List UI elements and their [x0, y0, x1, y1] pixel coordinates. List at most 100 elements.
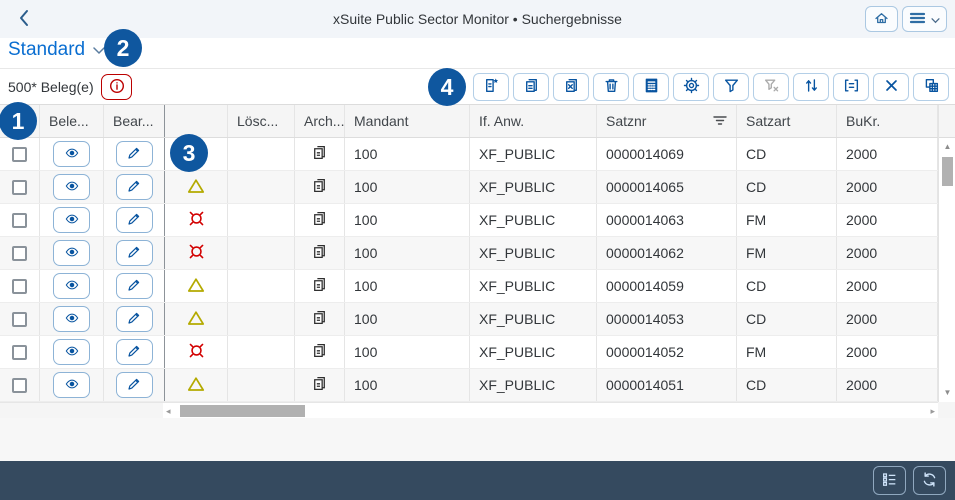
row-checkbox[interactable]	[12, 146, 27, 162]
table-row[interactable]: 100 XF_PUBLIC 0000014065 CD 2000	[0, 171, 938, 204]
view-cell	[40, 270, 104, 302]
app-window: xSuite Public Sector Monitor • Suchergeb…	[0, 0, 955, 500]
vertical-scrollbar[interactable]: ▲ ▼	[938, 105, 955, 402]
col-header-satznr[interactable]: Satznr	[597, 105, 737, 137]
view-document-button[interactable]	[53, 207, 90, 233]
calculator-icon	[643, 77, 660, 97]
eye-icon	[63, 377, 81, 394]
toolbar-button-add-document[interactable]	[473, 73, 509, 101]
toolbar-button-remove-document[interactable]	[553, 73, 589, 101]
bukr-cell: 2000	[837, 369, 938, 401]
table-row[interactable]: 100 XF_PUBLIC 0000014063 FM 2000	[0, 204, 938, 237]
col-header-mandant[interactable]: Mandant	[345, 105, 470, 137]
bukr-cell: 2000	[837, 270, 938, 302]
row-checkbox[interactable]	[12, 344, 27, 360]
back-button[interactable]	[13, 8, 35, 30]
pencil-icon	[126, 277, 142, 296]
mandant-cell: 100	[345, 171, 470, 203]
satznr-cell: 0000014062	[597, 237, 737, 269]
view-document-button[interactable]	[53, 372, 90, 398]
scroll-left-arrow[interactable]: ◂	[166, 406, 171, 417]
archive-cell	[295, 369, 345, 401]
edit-document-button[interactable]	[115, 306, 153, 332]
view-cell	[40, 336, 104, 368]
col-header-anw[interactable]: If. Anw.	[470, 105, 597, 137]
table-row[interactable]: 100 XF_PUBLIC 0000014059 CD 2000	[0, 270, 938, 303]
scroll-down-arrow[interactable]: ▼	[939, 388, 955, 397]
edit-document-button[interactable]	[115, 339, 153, 365]
annotation-badge-4: 4	[428, 68, 466, 106]
archived-document-icon	[311, 210, 328, 230]
toolbar-button-export-table[interactable]	[913, 73, 949, 101]
col-header-status[interactable]	[165, 105, 228, 137]
edit-document-button[interactable]	[115, 273, 153, 299]
view-document-button[interactable]	[53, 339, 90, 365]
col-header-arch[interactable]: Arch...	[295, 105, 345, 137]
row-checkbox[interactable]	[12, 278, 27, 294]
status-cell	[165, 237, 228, 269]
edit-document-button[interactable]	[115, 174, 153, 200]
bukr-cell: 2000	[837, 138, 938, 170]
scroll-right-arrow[interactable]: ▸	[930, 406, 935, 417]
table-row[interactable]: 100 XF_PUBLIC 0000014052 FM 2000	[0, 336, 938, 369]
legend-button[interactable]	[873, 466, 906, 495]
toolbar-button-settings-gear[interactable]	[673, 73, 709, 101]
view-document-button[interactable]	[53, 174, 90, 200]
toolbar-button-legend[interactable]	[833, 73, 869, 101]
info-button[interactable]	[101, 74, 132, 100]
pencil-icon	[126, 178, 142, 197]
col-header-bele[interactable]: Bele...	[40, 105, 104, 137]
col-header-satzart[interactable]: Satzart	[737, 105, 837, 137]
view-document-button[interactable]	[53, 306, 90, 332]
view-cell	[40, 369, 104, 401]
anwendung-cell: XF_PUBLIC	[470, 270, 597, 302]
toolbar-button-copy-documents[interactable]	[513, 73, 549, 101]
status-warning-icon	[187, 277, 205, 296]
status-cell	[165, 171, 228, 203]
row-checkbox[interactable]	[12, 179, 27, 195]
eye-icon	[63, 278, 81, 295]
col-header-bear[interactable]: Bear...	[104, 105, 165, 137]
table-row[interactable]: 100 XF_PUBLIC 0000014051 CD 2000	[0, 369, 938, 402]
row-checkbox[interactable]	[12, 311, 27, 327]
menu-button[interactable]	[902, 6, 947, 32]
vertical-scrollbar-thumb[interactable]	[942, 157, 953, 186]
toolbar-button-calculator[interactable]	[633, 73, 669, 101]
edit-document-button[interactable]	[115, 207, 153, 233]
scroll-up-arrow[interactable]: ▲	[939, 142, 955, 151]
view-cell	[40, 171, 104, 203]
row-checkbox[interactable]	[12, 245, 27, 261]
archived-document-icon	[311, 309, 328, 329]
select-cell	[0, 270, 40, 302]
view-document-button[interactable]	[53, 273, 90, 299]
edit-document-button[interactable]	[115, 141, 153, 167]
view-document-button[interactable]	[53, 141, 90, 167]
table-row[interactable]: 100 XF_PUBLIC 0000014062 FM 2000	[0, 237, 938, 270]
col-header-loesc[interactable]: Lösc...	[228, 105, 295, 137]
toolbar-button-clear-filter[interactable]	[753, 73, 789, 101]
col-header-bukr[interactable]: BuKr.	[837, 105, 938, 137]
home-button[interactable]	[865, 6, 898, 32]
edit-document-button[interactable]	[115, 372, 153, 398]
toolbar-button-close[interactable]	[873, 73, 909, 101]
toolbar-button-delete-trash[interactable]	[593, 73, 629, 101]
table-row[interactable]: 100 XF_PUBLIC 0000014053 CD 2000	[0, 303, 938, 336]
variant-selector[interactable]: Standard	[8, 39, 105, 61]
horizontal-scrollbar[interactable]: ◂ ▸	[163, 402, 938, 418]
table-row[interactable]: 100 XF_PUBLIC 0000014069 CD 2000	[0, 138, 938, 171]
result-count-label: 500* Beleg(e)	[8, 79, 94, 95]
edit-document-button[interactable]	[115, 240, 153, 266]
anwendung-cell: XF_PUBLIC	[470, 237, 597, 269]
satznr-cell: 0000014063	[597, 204, 737, 236]
bukr-cell: 2000	[837, 336, 938, 368]
row-checkbox[interactable]	[12, 377, 27, 393]
toolbar-button-filter[interactable]	[713, 73, 749, 101]
refresh-button[interactable]	[913, 466, 946, 495]
home-icon	[873, 10, 890, 29]
annotation-badge-1: 1	[0, 102, 37, 140]
toolbar-button-sort[interactable]	[793, 73, 829, 101]
variant-bar: Standard	[0, 38, 955, 68]
view-document-button[interactable]	[53, 240, 90, 266]
row-checkbox[interactable]	[12, 212, 27, 228]
horizontal-scrollbar-thumb[interactable]	[180, 405, 305, 417]
